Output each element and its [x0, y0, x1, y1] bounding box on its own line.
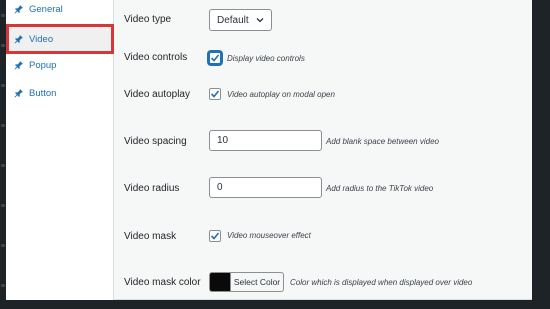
chevron-down-icon [256, 18, 264, 23]
video-autoplay-label: Video autoplay [124, 89, 190, 100]
video-mask-hint: Video mouseover effect [227, 231, 311, 240]
sidebar-item-general[interactable]: General [6, 0, 114, 24]
video-controls-hint: Display video controls [227, 54, 305, 63]
select-color-label: Select Color [233, 277, 281, 287]
video-type-label: Video type [124, 14, 172, 25]
checkmark-icon [210, 54, 220, 62]
select-color-button[interactable]: Select Color [230, 272, 284, 292]
video-controls-label: Video controls [124, 52, 188, 63]
sidebar-item-popup[interactable]: Popup [6, 50, 114, 80]
video-spacing-label: Video spacing [124, 136, 187, 147]
video-spacing-hint: Add blank space between video [326, 137, 439, 146]
video-mask-color-hint: Color which is displayed when displayed … [290, 278, 473, 287]
checkmark-icon [210, 232, 220, 240]
video-type-value: Default [217, 14, 249, 26]
settings-panel: Video type Default Video controls Displa… [114, 0, 532, 300]
sidebar-item-label: Button [29, 87, 57, 99]
video-mask-label: Video mask [124, 231, 177, 242]
video-autoplay-hint: Video autoplay on modal open [227, 90, 335, 99]
pin-icon [14, 89, 23, 98]
video-radius-value: 0 [217, 182, 223, 193]
pin-icon [14, 35, 23, 44]
sidebar-item-label: Video [29, 33, 54, 45]
sidebar-item-label: Popup [29, 59, 57, 71]
color-swatch[interactable] [209, 272, 230, 292]
pin-icon [14, 61, 23, 70]
video-autoplay-checkbox[interactable] [209, 88, 221, 100]
video-spacing-input[interactable]: 10 [209, 130, 322, 151]
video-type-select[interactable]: Default [209, 9, 272, 31]
video-radius-hint: Add radius to the TikTok video [326, 184, 434, 193]
window-edge-bottom [0, 300, 550, 309]
window-edge [532, 0, 550, 309]
settings-sidebar: General Video Popup Button [6, 0, 114, 300]
video-radius-input[interactable]: 0 [209, 177, 322, 198]
video-spacing-value: 10 [217, 135, 229, 146]
sidebar-item-label: General [29, 3, 63, 15]
admin-frame: General Video Popup Button Video type De… [0, 0, 550, 309]
checkmark-icon [210, 90, 220, 98]
sidebar-item-button[interactable]: Button [6, 78, 114, 108]
video-controls-checkbox[interactable] [209, 52, 221, 64]
pin-icon [14, 5, 23, 14]
video-radius-label: Video radius [124, 183, 180, 194]
video-mask-color-label: Video mask color [124, 277, 201, 288]
video-mask-checkbox[interactable] [209, 230, 221, 242]
